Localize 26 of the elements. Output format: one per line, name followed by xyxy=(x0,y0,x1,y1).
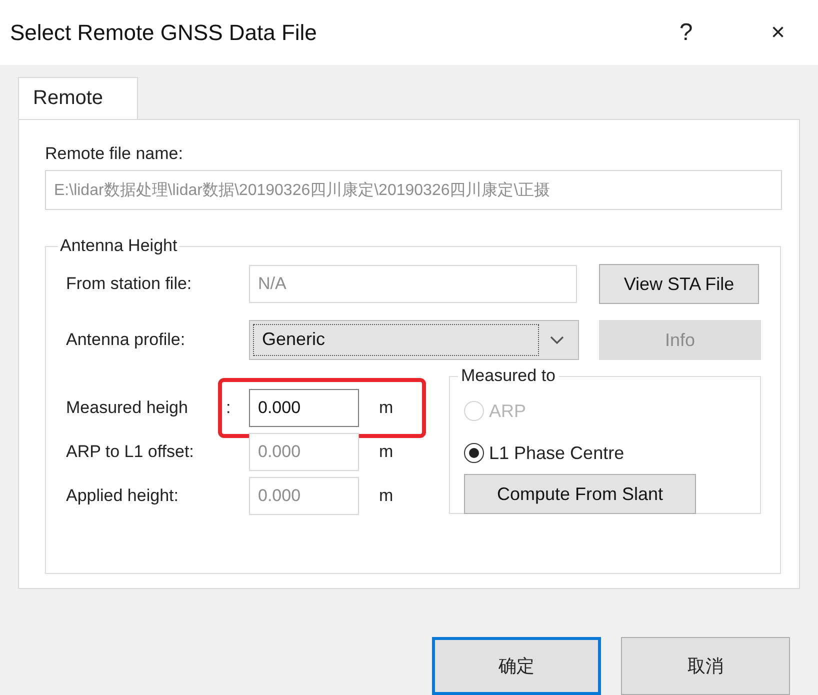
radio-button[interactable] xyxy=(464,443,484,463)
field-label: Antenna profile: xyxy=(66,330,186,349)
field-label: Remote file name: xyxy=(45,144,184,164)
label-colon: : xyxy=(226,398,231,418)
window-title: Select Remote GNSS Data File xyxy=(10,20,318,46)
field-label: From station file: xyxy=(66,274,192,293)
compute-from-slant-button[interactable]: Compute From Slant xyxy=(464,474,696,514)
radio-label: L1 Phase Centre xyxy=(489,442,624,464)
field-label: ARP to L1 offset: xyxy=(66,442,194,461)
view-sta-file-button[interactable]: View STA File xyxy=(599,264,759,304)
group-title: Antenna Height xyxy=(59,236,178,256)
chevron-down-icon xyxy=(549,335,565,345)
unit-label: m xyxy=(379,442,394,462)
unit-label: m xyxy=(379,398,394,418)
height-field[interactable]: 0.000 xyxy=(249,389,359,427)
antenna-profile-dropdown[interactable]: Generic xyxy=(249,320,579,360)
dialog-button[interactable]: 取消 xyxy=(621,637,790,695)
close-button[interactable]: × xyxy=(748,18,808,48)
tab[interactable]: Remote xyxy=(18,77,138,119)
help-button[interactable]: ? xyxy=(656,18,716,48)
dialog-button[interactable]: 确定 xyxy=(432,637,601,695)
field-label: Applied height: xyxy=(66,486,178,505)
field-label: Measured heigh xyxy=(66,398,188,417)
radio-label: ARP xyxy=(489,400,526,422)
unit-label: m xyxy=(379,486,394,506)
group-title: Measured to xyxy=(460,366,556,386)
